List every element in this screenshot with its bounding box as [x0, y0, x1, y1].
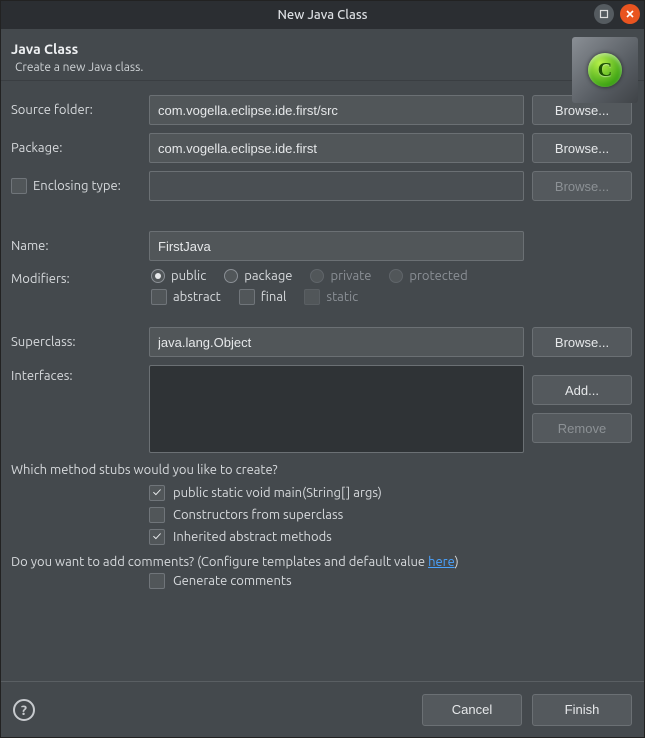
comments-question-suffix: ): [455, 555, 459, 569]
class-icon: C: [588, 53, 622, 87]
label-modifiers: Modifiers:: [11, 269, 141, 286]
static-label: static: [326, 290, 358, 304]
stub-constructors-label: Constructors from superclass: [173, 508, 343, 522]
help-button[interactable]: ?: [13, 699, 35, 721]
modifiers-area: public package private protected abstrac…: [149, 269, 632, 305]
form-grid: Source folder: Browse... Package: Browse…: [11, 95, 632, 453]
remove-interface-button: Remove: [532, 413, 632, 443]
browse-superclass-button[interactable]: Browse...: [532, 327, 632, 357]
dialog-footer: ? Cancel Finish: [1, 681, 644, 737]
label-interfaces: Interfaces:: [11, 365, 141, 383]
browse-enclosing-type-button: Browse...: [532, 171, 632, 201]
modifier-flags-row: abstract final static: [149, 289, 632, 305]
radio-private-label: private: [330, 269, 371, 283]
stub-main-checkbox[interactable]: [149, 485, 165, 501]
interfaces-buttons: Add... Remove: [532, 375, 632, 443]
generate-comments-row[interactable]: Generate comments: [149, 573, 632, 589]
source-folder-input[interactable]: [149, 95, 524, 125]
footer-buttons: Cancel Finish: [422, 694, 632, 726]
generate-comments-checkbox[interactable]: [149, 573, 165, 589]
help-icon: ?: [21, 702, 27, 718]
name-input[interactable]: [149, 231, 524, 261]
stubs-grid: public static void main(String[] args) C…: [11, 481, 632, 545]
radio-protected: [389, 269, 403, 283]
package-input[interactable]: [149, 133, 524, 163]
dialog-subtitle: Create a new Java class.: [15, 61, 632, 74]
window-title: New Java Class: [277, 8, 367, 22]
restore-icon: [599, 9, 609, 19]
radio-protected-item: protected: [389, 269, 467, 283]
label-package: Package:: [11, 141, 141, 155]
finish-button[interactable]: Finish: [532, 694, 632, 726]
header-banner: C: [572, 37, 638, 103]
radio-package[interactable]: [224, 269, 238, 283]
dialog-body: Source folder: Browse... Package: Browse…: [1, 81, 644, 681]
stub-constructors-row[interactable]: Constructors from superclass: [149, 507, 632, 523]
radio-private: [310, 269, 324, 283]
close-icon: [625, 9, 635, 19]
final-checkbox[interactable]: [239, 289, 255, 305]
abstract-label: abstract: [173, 290, 221, 304]
browse-package-button[interactable]: Browse...: [532, 133, 632, 163]
radio-public[interactable]: [151, 269, 165, 283]
label-enclosing-type: Enclosing type:: [33, 179, 121, 193]
spacer: [11, 209, 632, 223]
static-checkbox: [304, 289, 320, 305]
comments-grid: Generate comments: [11, 573, 632, 589]
stub-inherited-row[interactable]: Inherited abstract methods: [149, 529, 632, 545]
radio-package-label: package: [244, 269, 292, 283]
enclosing-type-input: [149, 171, 524, 201]
final-label: final: [261, 290, 287, 304]
window-controls: [594, 4, 640, 24]
dialog-header: Java Class Create a new Java class. C: [1, 29, 644, 81]
close-button[interactable]: [620, 4, 640, 24]
static-item: static: [304, 289, 358, 305]
visibility-row: public package private protected: [149, 269, 632, 283]
stub-constructors-checkbox[interactable]: [149, 507, 165, 523]
enclosing-type-row: Enclosing type:: [11, 178, 141, 194]
label-name: Name:: [11, 239, 141, 253]
enclosing-type-checkbox[interactable]: [11, 178, 27, 194]
generate-comments-label: Generate comments: [173, 574, 292, 588]
restore-button[interactable]: [594, 4, 614, 24]
spacer: [11, 313, 632, 319]
dialog-heading: Java Class: [11, 41, 632, 57]
interfaces-list[interactable]: [149, 365, 524, 453]
stub-inherited-checkbox[interactable]: [149, 529, 165, 545]
radio-protected-label: protected: [409, 269, 467, 283]
stubs-question: Which method stubs would you like to cre…: [11, 463, 632, 477]
stubs-list: public static void main(String[] args) C…: [149, 485, 632, 545]
dialog-window: New Java Class Java Class Create a new J…: [0, 0, 645, 738]
label-source-folder: Source folder:: [11, 103, 141, 117]
comments-question-prefix: Do you want to add comments? (Configure …: [11, 555, 428, 569]
stub-main-row[interactable]: public static void main(String[] args): [149, 485, 632, 501]
stub-main-label: public static void main(String[] args): [173, 486, 382, 500]
label-superclass: Superclass:: [11, 335, 141, 349]
abstract-item[interactable]: abstract: [151, 289, 221, 305]
final-item[interactable]: final: [239, 289, 287, 305]
stub-inherited-label: Inherited abstract methods: [173, 530, 332, 544]
add-interface-button[interactable]: Add...: [532, 375, 632, 405]
radio-private-item: private: [310, 269, 371, 283]
comments-question: Do you want to add comments? (Configure …: [11, 555, 632, 569]
configure-templates-link[interactable]: here: [428, 555, 455, 569]
cancel-button[interactable]: Cancel: [422, 694, 522, 726]
radio-public-label: public: [171, 269, 206, 283]
titlebar[interactable]: New Java Class: [1, 1, 644, 29]
abstract-checkbox[interactable]: [151, 289, 167, 305]
superclass-input[interactable]: [149, 327, 524, 357]
radio-public-item[interactable]: public: [151, 269, 206, 283]
radio-package-item[interactable]: package: [224, 269, 292, 283]
